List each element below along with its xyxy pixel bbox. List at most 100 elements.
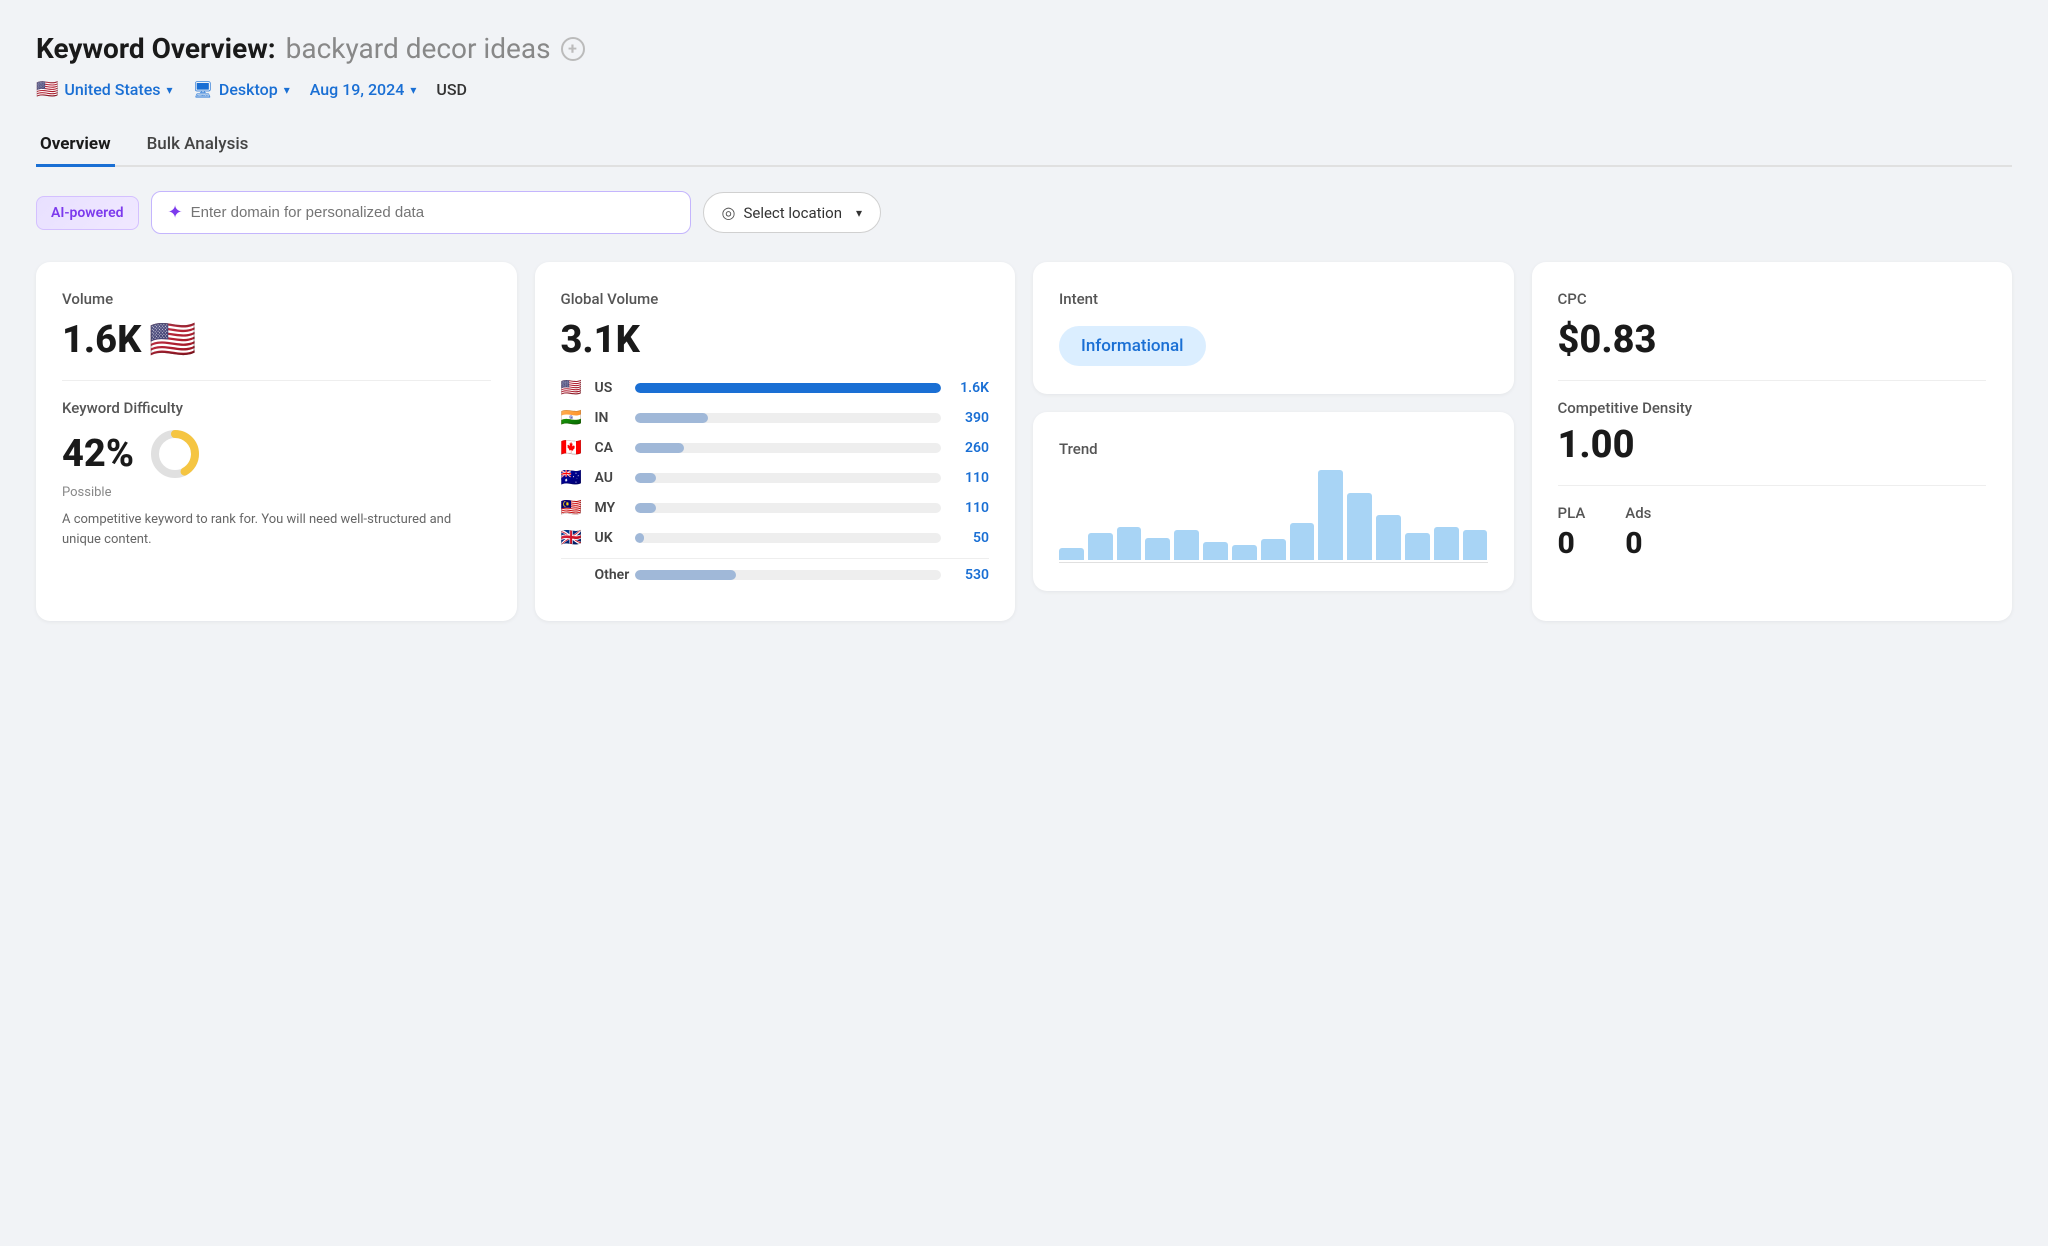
bar-in [635,413,709,423]
kd-possible: Possible [62,485,491,500]
other-bar-wrap [635,570,942,580]
card-trend: Trend [1033,412,1514,591]
flag-in: 🇮🇳 [561,408,587,428]
gv-value: 3.1K [561,318,990,362]
add-keyword-icon[interactable]: + [561,37,585,61]
volume-number: 1.6K [62,318,141,362]
kd-label: Keyword Difficulty [62,399,491,417]
domain-input-wrap[interactable]: ✦ [151,191,691,234]
cards-grid: Volume 1.6K 🇺🇸 Keyword Difficulty 42% Po… [36,262,2012,621]
kd-description: A competitive keyword to rank for. You w… [62,510,491,549]
tabs: Overview Bulk Analysis [36,124,2012,167]
ads-value: 0 [1625,526,1651,561]
trend-bar-10 [1347,493,1372,561]
location-label: Select location [743,204,842,222]
currency-label: USD [436,80,467,99]
page-title: Keyword Overview: backyard decor ideas + [36,32,2012,65]
kd-row: 42% [62,427,491,481]
gv-row-au: 🇦🇺 AU 110 [561,468,990,488]
card-cpc-cd: CPC $0.83 Competitive Density 1.00 PLA 0… [1532,262,2013,621]
card-divider-1 [62,380,491,381]
device-filter[interactable]: 🖥 Desktop ▾ [193,80,290,99]
gv-divider [561,558,990,559]
tab-overview[interactable]: Overview [36,124,115,167]
ai-badge: AI-powered [36,196,139,230]
flag-us: 🇺🇸 [561,378,587,398]
filter-bar: 🇺🇸 United States ▾ 🖥 Desktop ▾ Aug 19, 2… [36,79,2012,100]
flag-au: 🇦🇺 [561,468,587,488]
tab-bulk-analysis[interactable]: Bulk Analysis [143,124,253,167]
bar-wrap-ca [635,443,942,453]
card-divider-2 [1558,380,1987,381]
card-intent: Intent Informational [1033,262,1514,394]
intent-badge: Informational [1059,326,1206,366]
code-in: IN [595,410,623,426]
trend-bar-9 [1318,470,1343,560]
donut-chart [148,427,202,481]
trend-label: Trend [1059,440,1488,458]
bar-au [635,473,656,483]
other-num: 530 [953,567,989,583]
bar-uk [635,533,644,543]
sparkle-icon: ✦ [168,202,183,223]
num-ca: 260 [953,440,989,456]
country-filter[interactable]: 🇺🇸 United States ▾ [36,79,173,100]
gv-row-in: 🇮🇳 IN 390 [561,408,990,428]
trend-bar-12 [1405,533,1430,560]
ads-label: Ads [1625,504,1651,522]
location-icon: ◎ [722,203,736,222]
card-volume-kd: Volume 1.6K 🇺🇸 Keyword Difficulty 42% Po… [36,262,517,621]
gv-row-uk: 🇬🇧 UK 50 [561,528,990,548]
bar-wrap-my [635,503,942,513]
intent-label: Intent [1059,290,1488,308]
trend-bars [1059,470,1488,560]
date-filter[interactable]: Aug 19, 2024 ▾ [310,80,417,99]
pla-item: PLA 0 [1558,504,1586,561]
pla-label: PLA [1558,504,1586,522]
trend-bar-0 [1059,548,1084,560]
trend-bar-6 [1232,545,1257,560]
num-us: 1.6K [953,380,989,396]
trend-bar-7 [1261,539,1286,560]
cd-value: 1.00 [1558,423,1987,467]
location-chevron-icon: ▾ [856,206,862,220]
intent-trend-col: Intent Informational Trend [1033,262,1514,621]
currency-filter: USD [436,80,467,99]
pla-value: 0 [1558,526,1586,561]
bar-wrap-uk [635,533,942,543]
volume-value: 1.6K 🇺🇸 [62,318,491,362]
cpc-label: CPC [1558,290,1987,308]
domain-input[interactable] [191,204,674,221]
volume-label: Volume [62,290,491,308]
title-keyword: backyard decor ideas [286,32,551,65]
trend-bar-8 [1290,523,1315,561]
bar-wrap-us [635,383,942,393]
device-label: Desktop [219,80,278,99]
trend-axis [1059,562,1488,563]
bar-wrap-in [635,413,942,423]
flag-uk: 🇬🇧 [561,528,587,548]
other-code: Other [595,567,623,583]
gv-row-my: 🇲🇾 MY 110 [561,498,990,518]
location-select[interactable]: ◎ Select location ▾ [703,192,882,233]
ads-item: Ads 0 [1625,504,1651,561]
kd-value: 42% [62,432,134,476]
ai-bar: AI-powered ✦ ◎ Select location ▾ [36,191,2012,234]
code-my: MY [595,500,623,516]
code-ca: CA [595,440,623,456]
bar-ca [635,443,684,453]
gv-row-us: 🇺🇸 US 1.6K [561,378,990,398]
device-chevron-icon: ▾ [284,83,290,97]
gv-row-ca: 🇨🇦 CA 260 [561,438,990,458]
other-bar [635,570,736,580]
num-uk: 50 [953,530,989,546]
gv-rows: 🇺🇸 US 1.6K 🇮🇳 IN 390 🇨🇦 CA 260 🇦🇺 AU [561,378,990,548]
flag-my: 🇲🇾 [561,498,587,518]
num-in: 390 [953,410,989,426]
trend-bar-4 [1174,530,1199,560]
trend-bar-13 [1434,527,1459,560]
code-us: US [595,380,623,396]
gv-label: Global Volume [561,290,990,308]
volume-flag: 🇺🇸 [149,318,196,362]
num-my: 110 [953,500,989,516]
